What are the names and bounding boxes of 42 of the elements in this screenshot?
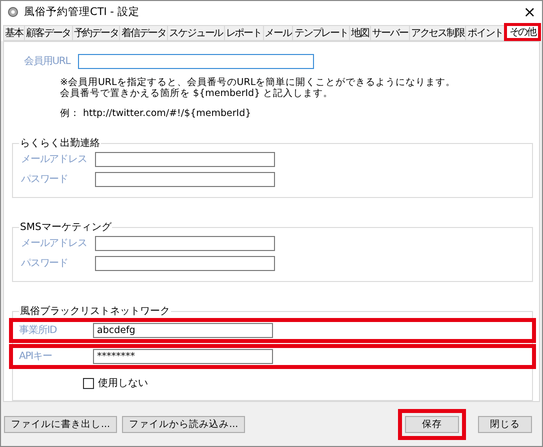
gear-icon — [7, 6, 19, 18]
tab[interactable]: テンプレート — [292, 25, 350, 41]
tab[interactable]: スケジュール — [167, 25, 225, 41]
tab[interactable]: その他 — [504, 23, 542, 41]
field-label: パスワード — [21, 257, 70, 270]
tab[interactable]: メール — [262, 25, 294, 41]
close-button[interactable]: × — [523, 3, 536, 21]
tab[interactable]: 予約データ — [72, 25, 120, 41]
tab[interactable]: レポート — [224, 25, 264, 41]
input-field[interactable] — [95, 256, 275, 271]
input-field[interactable]: abcdefg — [93, 323, 273, 338]
description-text: ※会員用URLを指定すると、会員番号のURLを簡単に開くことができるようになります。 — [60, 77, 457, 88]
field-label: 会員用URL — [24, 55, 70, 68]
description-text: 会員番号で置きかえる箇所を ${memberId} と記入します。 — [60, 88, 334, 99]
dialog-button[interactable]: 閉じる — [478, 416, 532, 432]
input-field[interactable]: ******** — [93, 349, 273, 364]
field-label: APIキー — [19, 350, 53, 363]
group-title: 風俗ブラックリストネットワーク — [19, 304, 171, 318]
tab[interactable]: サーバー — [370, 25, 410, 41]
example-text: 例： http://twitter.com/#!/${memberId} — [59, 107, 252, 120]
field-label: メールアドレス — [21, 153, 87, 166]
tab[interactable]: ポイント — [465, 25, 506, 41]
tab[interactable]: 着信データ — [119, 25, 168, 41]
input-field[interactable] — [95, 152, 275, 167]
checkbox[interactable] — [83, 378, 94, 388]
input-field[interactable] — [95, 172, 275, 187]
field-label: パスワード — [21, 173, 70, 186]
window-title: 風俗予約管理CTI - 設定 — [24, 5, 140, 19]
input-field[interactable] — [95, 236, 275, 251]
tab[interactable]: 地図 — [348, 25, 371, 41]
file-button[interactable]: ファイルに書き出し... — [4, 416, 118, 432]
checkbox-label: 使用しない — [98, 377, 148, 390]
field-label: メールアドレス — [21, 237, 87, 250]
group-title: らくらく出勤連絡 — [19, 136, 101, 150]
dialog-button[interactable]: 保存 — [405, 416, 459, 432]
file-button[interactable]: ファイルから読み込み... — [122, 416, 246, 432]
tab[interactable]: アクセス制限 — [408, 25, 466, 41]
tab[interactable]: 顧客データ — [24, 25, 73, 41]
group-title: SMSマーケティング — [19, 221, 112, 234]
tab[interactable]: 基本 — [3, 25, 25, 41]
input-field[interactable] — [78, 54, 314, 69]
field-label: 事業所ID — [19, 324, 58, 337]
